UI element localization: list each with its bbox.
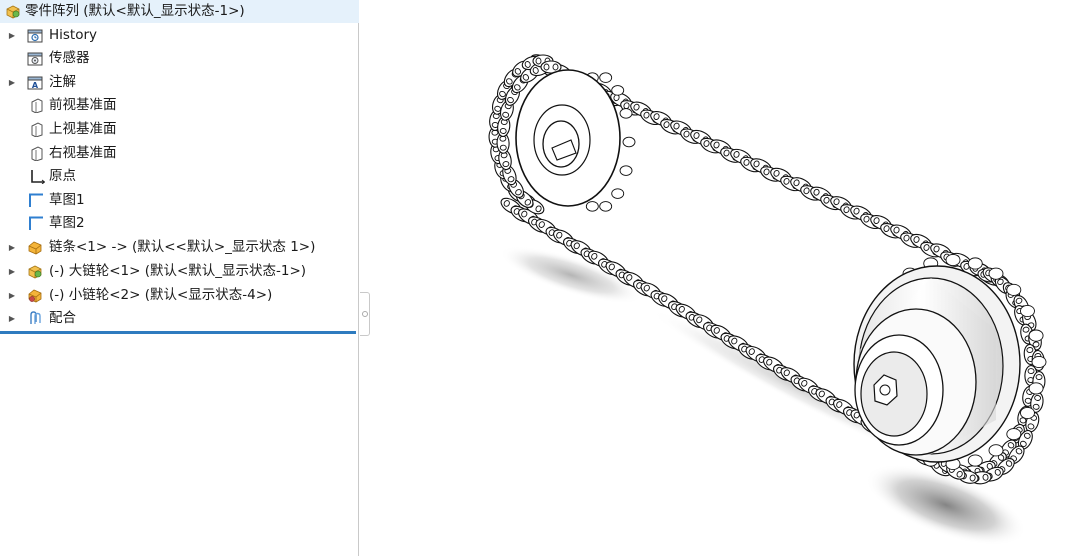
tree-item-small-sprocket[interactable]: ▶ (-) 小链轮<2> (默认<显示状态-4>) [0,284,359,307]
tree-item-annotations[interactable]: ▶ A 注解 [0,71,359,94]
panel-collapse-handle[interactable] [360,292,370,336]
svg-text:A: A [32,81,39,90]
tree-item-label: (-) 小链轮<2> (默认<显示状态-4>) [49,287,273,303]
tree-end-marker [0,331,356,334]
small-sprocket[interactable] [515,69,636,212]
graphics-viewport[interactable] [371,0,1080,556]
tree-item-chain[interactable]: ▶ 链条<1> -> (默认<<默认>_显示状态 1>) [0,236,359,259]
sprocket-tooth [1006,283,1022,296]
sprocket-tooth [988,444,1004,457]
annotation-folder-icon: A [27,75,43,90]
tree-item-label: 传感器 [49,50,90,66]
expand-arrow-icon[interactable]: ▶ [7,260,17,283]
sprocket-tooth [599,72,613,83]
tree-item-right-plane[interactable]: 右视基准面 [0,142,359,165]
tree-item-mates[interactable]: ▶ 配合 [0,307,359,330]
tree-item-large-sprocket[interactable]: ▶ (-) 大链轮<1> (默认<默认_显示状态-1>) [0,260,359,283]
tree-item-label: 注解 [49,74,76,90]
large-sprocket[interactable] [853,253,1047,471]
sprocket-tooth [1031,355,1047,369]
expand-arrow-icon[interactable]: ▶ [7,24,17,47]
expand-arrow-icon[interactable]: ▶ [7,284,17,307]
history-folder-icon [27,28,43,43]
sprocket-tooth [611,188,625,199]
assembly-icon [5,4,21,19]
tree-item-sensors[interactable]: 传感器 [0,47,359,70]
sprocket-tooth [945,253,961,267]
solidworks-window: 零件阵列 (默认<默认_显示状态-1>) ▶ History 传感器 ▶ A 注… [0,0,1080,556]
sketch-icon [28,193,44,208]
tree-item-origin[interactable]: 原点 [0,165,359,188]
tree-item-label: 原点 [49,168,76,184]
part-icon [27,288,43,303]
tree-root-label: 零件阵列 (默认<默认_显示状态-1>) [25,3,245,19]
tree-item-label: 右视基准面 [49,145,117,161]
sprocket-tooth [599,201,613,212]
sensor-folder-icon [27,51,43,66]
plane-icon [29,98,45,114]
tree-item-label: 上视基准面 [49,121,117,137]
tree-item-front-plane[interactable]: 前视基准面 [0,94,359,117]
plane-icon [29,122,45,138]
mates-icon [27,311,43,326]
tree-item-history[interactable]: ▶ History [0,24,359,47]
tree-item-label: 草图2 [49,215,85,231]
tree-item-label: 链条<1> -> (默认<<默认>_显示状态 1>) [49,239,316,255]
tree-item-sketch1[interactable]: 草图1 [0,189,359,212]
sprocket-tooth [988,267,1004,280]
sketch-icon [28,216,44,231]
part-icon [27,240,43,255]
expand-arrow-icon[interactable]: ▶ [7,236,17,259]
tree-root[interactable]: 零件阵列 (默认<默认_显示状态-1>) [0,0,359,23]
sprocket-tooth [1006,428,1022,441]
expand-arrow-icon[interactable]: ▶ [7,307,17,330]
tree-item-top-plane[interactable]: 上视基准面 [0,118,359,141]
sprocket-tooth [585,201,599,212]
tree-item-label: History [49,27,98,43]
sprocket-tooth [1028,329,1044,342]
tree-item-label: (-) 大链轮<1> (默认<默认_显示状态-1>) [49,263,307,279]
feature-manager-tree: 零件阵列 (默认<默认_显示状态-1>) ▶ History 传感器 ▶ A 注… [0,0,359,556]
sprocket-tooth [611,85,625,96]
sprocket-tooth [619,108,633,119]
sprocket-tooth [967,257,983,270]
origin-icon [29,169,46,185]
sprocket-tooth [1020,304,1035,318]
sprocket-tooth [622,136,636,148]
sprocket-tooth [1028,382,1044,395]
sprocket-tooth [619,165,633,176]
expand-arrow-icon[interactable]: ▶ [7,71,17,94]
tree-item-label: 配合 [49,310,76,326]
tree-item-label: 草图1 [49,192,85,208]
sprocket-tooth [967,454,983,467]
sprocket-tooth [1020,406,1035,420]
part-icon [27,264,43,279]
chain-drive-model[interactable] [371,0,1080,556]
tree-item-label: 前视基准面 [49,97,117,113]
tree-item-sketch2[interactable]: 草图2 [0,212,359,235]
plane-icon [29,146,45,162]
